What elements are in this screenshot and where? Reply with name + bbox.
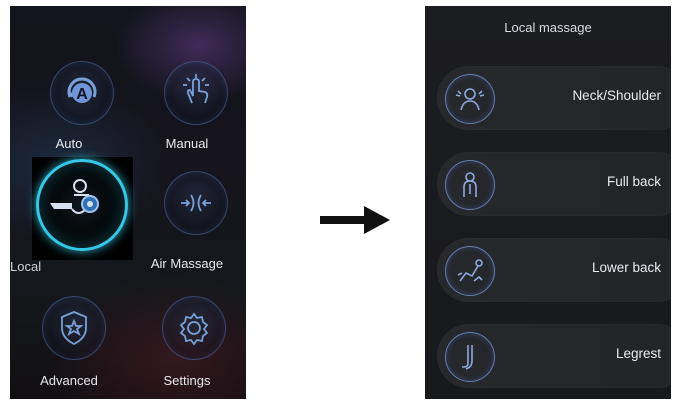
list-item-label: Neck/Shoulder [572, 88, 661, 103]
lower-back-icon [445, 246, 495, 296]
list-item-lower-back[interactable]: Lower back [437, 238, 671, 302]
tile-label-advanced: Advanced [40, 373, 98, 388]
gear-icon [179, 312, 209, 346]
hand-touch-icon [183, 74, 209, 104]
list-item-label: Legrest [615, 346, 661, 361]
neck-shoulder-icon [445, 74, 495, 124]
tile-label-auto: Auto [55, 136, 83, 151]
tile-label-air-massage: Air Massage [150, 256, 224, 271]
transition-arrow-icon [320, 206, 390, 234]
legrest-icon [445, 332, 495, 382]
air-massage-button[interactable] [164, 171, 228, 235]
list-item-legrest[interactable]: Legrest [437, 324, 671, 388]
tile-label-manual: Manual [165, 136, 209, 151]
tile-label-local: Local [10, 259, 42, 274]
list-item-label: Full back [606, 174, 661, 189]
auto-icon: A [67, 77, 97, 103]
advanced-button[interactable] [42, 296, 106, 360]
settings-button[interactable] [162, 296, 226, 360]
auto-button[interactable]: A [50, 61, 114, 125]
tile-label-settings: Settings [163, 373, 211, 388]
shield-star-icon [61, 311, 87, 346]
local-massage-screen: Local massage Neck/Shoulder Full back Lo… [425, 6, 671, 399]
list-item-neck-shoulder[interactable]: Neck/Shoulder [437, 66, 671, 130]
list-item-full-back[interactable]: Full back [437, 152, 671, 216]
full-back-icon [445, 160, 495, 210]
main-menu-screen: A Auto Manual Local Air Massage Advanced… [10, 6, 246, 399]
local-button[interactable] [36, 159, 128, 251]
page-title: Local massage [504, 20, 592, 35]
manual-button[interactable] [164, 61, 228, 125]
list-item-label: Lower back [591, 260, 661, 275]
air-massage-icon [181, 194, 211, 212]
svg-text:A: A [76, 86, 88, 103]
local-massage-icon [50, 179, 99, 214]
